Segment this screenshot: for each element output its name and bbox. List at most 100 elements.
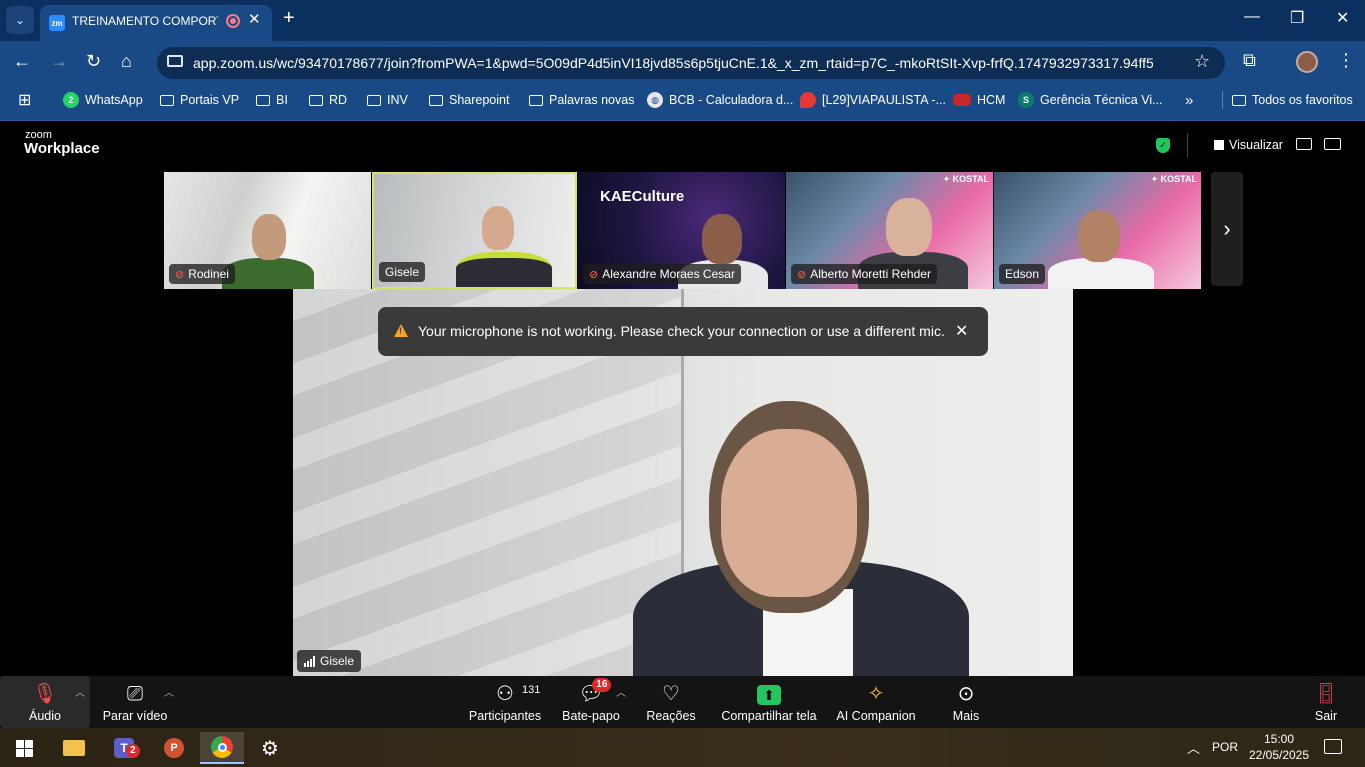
kaeculture-logo: KAECulture [600, 188, 685, 205]
video-camera-icon: ⎚ [127, 683, 143, 705]
side-by-side-icon[interactable] [1296, 138, 1312, 150]
reactions-button[interactable]: ♡ Reações [640, 676, 702, 728]
view-button[interactable]: Visualizar [1214, 138, 1283, 152]
more-dots-icon: ⊙ [957, 683, 975, 705]
bookmark-all-favorites[interactable]: Todos os favoritos [1232, 85, 1353, 115]
bookmark-star-icon[interactable]: ☆ [1194, 51, 1210, 72]
new-tab-icon[interactable]: + [283, 7, 295, 30]
audio-options-caret-icon[interactable]: ︿ [75, 684, 85, 699]
teams-icon[interactable]: T2 [102, 732, 146, 764]
video-options-caret-icon[interactable]: ︿ [164, 684, 174, 699]
browser-tab-strip: ⌄ zm TREINAMENTO COMPORTA ✕ + — ❐ ✕ [0, 0, 1365, 41]
more-bookmarks-icon[interactable]: » [1185, 85, 1193, 115]
whatsapp-icon: 2 [63, 92, 79, 108]
participant-face [702, 214, 742, 264]
minimize-icon[interactable]: — [1244, 8, 1260, 26]
bookmark-viapaulista[interactable]: [L29]VIAPAULISTA -... [800, 85, 946, 115]
bookmark-folder-palavras[interactable]: Palavras novas [529, 85, 634, 115]
participant-name-label: ⊘ Alexandre Moraes Cesar [583, 264, 741, 284]
chat-button[interactable]: 💬︎ 16 Bate-papo [558, 676, 624, 728]
participant-tile[interactable]: ✦ KOSTAL Edson [994, 172, 1201, 289]
participant-name-label: Edson [999, 264, 1046, 284]
chat-options-caret-icon[interactable]: ︿ [616, 684, 626, 699]
tab-close-icon[interactable]: ✕ [248, 10, 261, 28]
bookmarks-bar: ⊞ 2 WhatsApp Portais VP BI RD INV Sharepo… [0, 85, 1365, 121]
participant-name-label: Gisele [379, 262, 426, 282]
stop-video-button[interactable]: ⎚ Parar vídeo [98, 676, 172, 728]
bookmark-folder-bi[interactable]: BI [256, 85, 288, 115]
folder-icon [160, 94, 174, 106]
mic-muted-warning-icon: 🎙︎ [32, 683, 58, 705]
fullscreen-icon[interactable] [1324, 138, 1341, 150]
forward-icon[interactable]: → [50, 51, 68, 72]
windows-start-icon[interactable] [2, 732, 46, 764]
bookmark-folder-portais[interactable]: Portais VP [160, 85, 239, 115]
bookmark-whatsapp[interactable]: 2 WhatsApp [63, 85, 143, 115]
restore-icon[interactable]: ❐ [1290, 8, 1304, 28]
leave-button[interactable]: 🚪︎ Sair [1304, 676, 1348, 728]
bookmark-folder-inv[interactable]: INV [367, 85, 408, 115]
tab-title: TREINAMENTO COMPORTA [72, 14, 218, 28]
participant-face [886, 198, 932, 256]
toast-close-icon[interactable]: ✕ [955, 321, 968, 341]
file-explorer-icon[interactable] [52, 732, 96, 764]
bookmark-folder-rd[interactable]: RD [309, 85, 347, 115]
oracle-icon [953, 94, 971, 106]
clock-time[interactable]: 15:00 [1247, 732, 1311, 746]
chrome-menu-icon[interactable]: ⋮ [1337, 50, 1355, 71]
folder-icon [367, 94, 381, 106]
chrome-taskbar-icon[interactable] [200, 732, 244, 764]
notifications-icon[interactable] [1324, 739, 1342, 754]
mic-muted-icon: ⊘ [589, 268, 599, 281]
participant-tile[interactable]: ✦ KOSTAL ⊘ Alberto Moretti Rehder [786, 172, 993, 289]
ai-companion-button[interactable]: ✧ AI Companion [834, 676, 918, 728]
chat-unread-badge: 16 [592, 678, 612, 692]
globe-icon: ◍ [647, 92, 663, 108]
url-text: app.zoom.us/wc/93470178677/join?fromPWA=… [193, 55, 1153, 71]
bookmark-bcb[interactable]: ◍ BCB - Calculadora d... [647, 85, 793, 115]
bookmarks-separator [1222, 91, 1223, 109]
camera-permission-icon[interactable] [167, 55, 183, 67]
encryption-shield-icon[interactable]: ✓ [1156, 138, 1170, 153]
gallery-next-chevron-icon[interactable]: › [1211, 172, 1243, 286]
extensions-icon[interactable]: ⧉ [1243, 50, 1256, 71]
recording-indicator-icon [226, 14, 240, 28]
sharepoint-icon: S [1018, 92, 1034, 108]
bookmark-folder-sharepoint[interactable]: Sharepoint [429, 85, 509, 115]
grid-view-icon [1214, 140, 1224, 150]
header-separator [1187, 133, 1188, 157]
tray-expand-icon[interactable]: ︿ [1187, 738, 1200, 757]
kostal-logo: ✦ KOSTAL [1150, 174, 1197, 184]
apps-grid-icon[interactable]: ⊞ [18, 85, 31, 115]
bookmark-gerencia[interactable]: S Gerência Técnica Vi... [1018, 85, 1163, 115]
more-button[interactable]: ⊙ Mais [944, 676, 988, 728]
home-icon[interactable]: ⌂ [121, 51, 132, 72]
settings-gear-icon[interactable]: ⚙ [248, 732, 292, 764]
language-indicator[interactable]: POR [1212, 740, 1238, 754]
participant-tile-active-speaker[interactable]: Gisele [372, 172, 577, 289]
windows-taskbar: T2 P ⚙ ︿ POR 15:00 22/05/2025 [0, 728, 1365, 767]
zoom-favicon-icon: zm [49, 15, 65, 31]
powerpoint-icon[interactable]: P [152, 732, 196, 764]
back-icon[interactable]: ← [13, 51, 31, 72]
participants-icon: ⚇ 131 [496, 683, 541, 705]
participants-button[interactable]: ⚇ 131 Participantes [466, 676, 544, 728]
meeting-controls: 🎙︎ Áudio ︿ ⎚ Parar vídeo ︿ ⚇ 131 Particip… [0, 676, 1365, 728]
profile-avatar[interactable] [1296, 51, 1318, 73]
participant-tile[interactable]: ⊘ Rodinei [164, 172, 371, 289]
mic-muted-icon: ⊘ [797, 268, 807, 281]
reload-icon[interactable]: ↻ [86, 51, 101, 72]
participant-tile[interactable]: KAECulture ⊘ Alexandre Moraes Cesar [578, 172, 785, 289]
tab-search-chevron-icon[interactable]: ⌄ [6, 6, 34, 34]
clock-date[interactable]: 22/05/2025 [1247, 748, 1311, 762]
browser-tab[interactable]: zm TREINAMENTO COMPORTA ✕ [40, 5, 272, 41]
speaker-face [721, 429, 857, 597]
main-speaker-name-label: Gisele [297, 650, 362, 672]
address-bar[interactable]: app.zoom.us/wc/93470178677/join?fromPWA=… [157, 47, 1225, 79]
teams-badge: 2 [126, 744, 140, 758]
folder-icon [309, 94, 323, 106]
share-screen-button[interactable]: ⬆ Compartilhar tela [718, 676, 820, 728]
folder-icon [429, 94, 443, 106]
bookmark-hcm[interactable]: HCM [953, 85, 1005, 115]
window-close-icon[interactable]: ✕ [1336, 8, 1349, 28]
